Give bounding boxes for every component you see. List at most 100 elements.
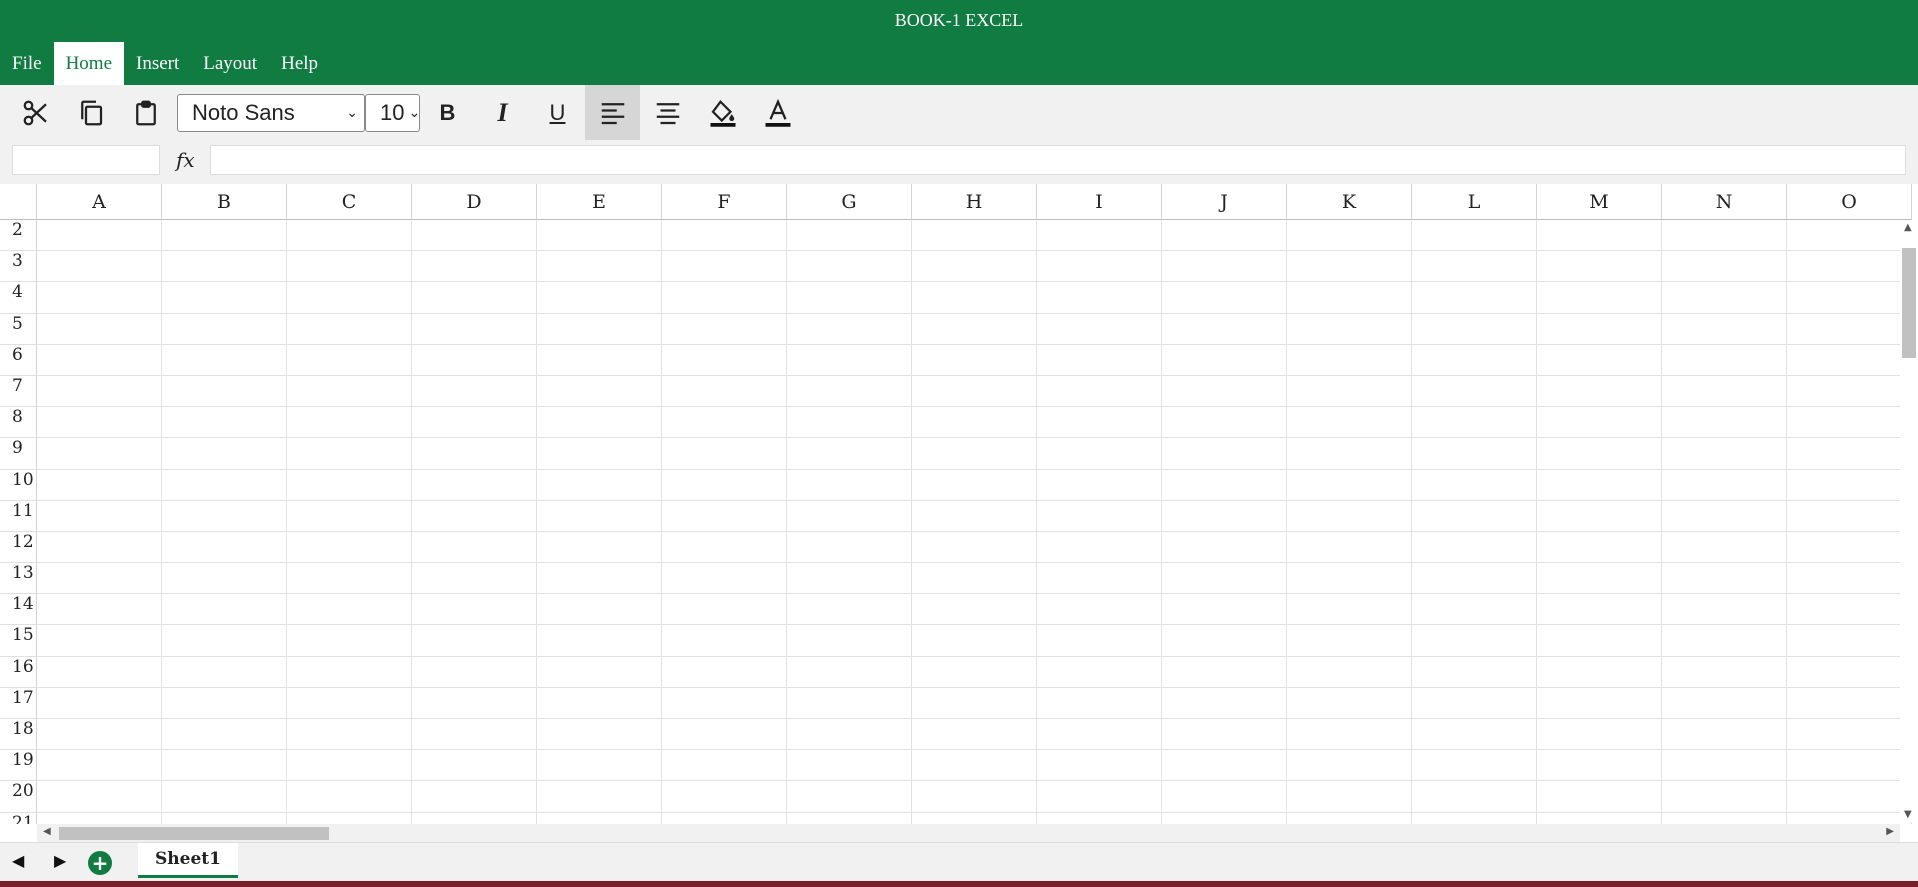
grid-cell[interactable] [912,500,1037,532]
underline-button[interactable]: U [530,85,585,140]
cut-button[interactable] [8,85,63,140]
grid-cell[interactable] [1037,251,1162,283]
grid-cell[interactable] [412,438,537,470]
grid-cell[interactable] [662,750,787,782]
grid-cell[interactable] [787,282,912,314]
grid-cell[interactable] [412,594,537,626]
grid-cell[interactable] [912,344,1037,376]
grid-cell[interactable] [162,531,287,564]
grid-cell[interactable] [1162,656,1287,688]
grid-cell[interactable] [1287,220,1412,252]
grid-cell[interactable] [287,438,412,470]
grid-cell[interactable] [1412,656,1537,688]
grid-cell[interactable] [1412,251,1537,283]
menu-help[interactable]: Help [269,42,330,85]
grid-cell[interactable] [1037,500,1162,532]
grid-cell[interactable] [162,282,287,314]
row-header[interactable]: 5 [0,313,37,345]
grid-cell[interactable] [1537,563,1662,595]
grid-cell[interactable] [662,656,787,688]
grid-cell[interactable] [162,313,287,345]
grid-cell[interactable] [1162,750,1287,782]
grid-cell[interactable] [1037,812,1162,824]
grid-cell[interactable] [1287,719,1412,751]
grid-cell[interactable] [1787,407,1912,439]
grid-cell[interactable] [1162,469,1287,501]
grid-cell[interactable] [1662,531,1787,564]
grid-cell[interactable] [37,469,162,501]
grid-cell[interactable] [1037,750,1162,782]
grid-cell[interactable] [912,594,1037,626]
grid-cell[interactable] [787,531,912,564]
grid-cell[interactable] [162,687,287,719]
grid-cell[interactable] [1787,344,1912,376]
grid-cell[interactable] [1162,594,1287,626]
grid-cell[interactable] [412,500,537,532]
align-center-button[interactable] [640,85,695,140]
grid-cell[interactable] [1162,375,1287,408]
grid-cell[interactable] [1412,563,1537,595]
font-size-select[interactable]: 10 ⌄ [365,93,420,132]
grid-cell[interactable] [1412,500,1537,532]
grid-cell[interactable] [787,438,912,470]
grid-cell[interactable] [1162,407,1287,439]
scroll-left-icon[interactable]: ◀ [43,826,51,837]
grid-cell[interactable] [662,719,787,751]
grid-cell[interactable] [537,407,662,439]
grid-cell[interactable] [1787,781,1912,813]
grid-cell[interactable] [912,563,1037,595]
grid-cell[interactable] [662,282,787,314]
grid-cell[interactable] [37,438,162,470]
column-header[interactable]: N [1662,184,1787,220]
scroll-right-icon[interactable]: ▶ [1886,826,1894,837]
grid-cell[interactable] [1787,313,1912,345]
grid-cell[interactable] [662,563,787,595]
row-header[interactable]: 6 [0,344,37,376]
grid-cell[interactable] [537,594,662,626]
grid-cell[interactable] [787,251,912,283]
grid-cell[interactable] [1162,438,1287,470]
grid-cell[interactable] [1412,812,1537,824]
grid-cell[interactable] [1162,687,1287,719]
row-header[interactable]: 8 [0,407,37,439]
grid-cell[interactable] [412,282,537,314]
grid-cell[interactable] [912,375,1037,408]
grid-cell[interactable] [787,344,912,376]
grid-cell[interactable] [37,781,162,813]
next-sheet-icon[interactable]: ▶ [54,851,66,870]
grid-cell[interactable] [37,656,162,688]
column-header[interactable]: H [912,184,1037,220]
grid-cell[interactable] [912,625,1037,657]
grid-cell[interactable] [287,625,412,657]
menu-layout[interactable]: Layout [191,42,269,85]
grid-cell[interactable] [662,438,787,470]
grid-cell[interactable] [1537,220,1662,252]
row-header[interactable]: 9 [0,438,37,470]
grid-cell[interactable] [1537,500,1662,532]
column-header[interactable]: F [662,184,787,220]
horizontal-scroll-thumb[interactable] [59,827,329,840]
column-header[interactable]: C [287,184,412,220]
row-header[interactable]: 3 [0,251,37,283]
grid-cell[interactable] [412,781,537,813]
grid-cell[interactable] [162,750,287,782]
grid-cell[interactable] [1412,750,1537,782]
grid-cell[interactable] [412,563,537,595]
grid-cell[interactable] [662,469,787,501]
grid-cell[interactable] [1537,469,1662,501]
grid-cell[interactable] [37,594,162,626]
grid-cell[interactable] [1162,251,1287,283]
grid-cell[interactable] [1412,313,1537,345]
grid-cell[interactable] [1662,251,1787,283]
grid-cell[interactable] [1662,438,1787,470]
grid-cell[interactable] [1037,438,1162,470]
grid-cell[interactable] [537,375,662,408]
grid-cell[interactable] [537,719,662,751]
grid-cell[interactable] [662,375,787,408]
grid-cell[interactable] [1037,594,1162,626]
grid-cell[interactable] [662,251,787,283]
grid-cell[interactable] [1787,251,1912,283]
grid-cell[interactable] [912,750,1037,782]
grid-cell[interactable] [1412,282,1537,314]
scroll-up-icon[interactable]: ▲ [1904,222,1912,233]
